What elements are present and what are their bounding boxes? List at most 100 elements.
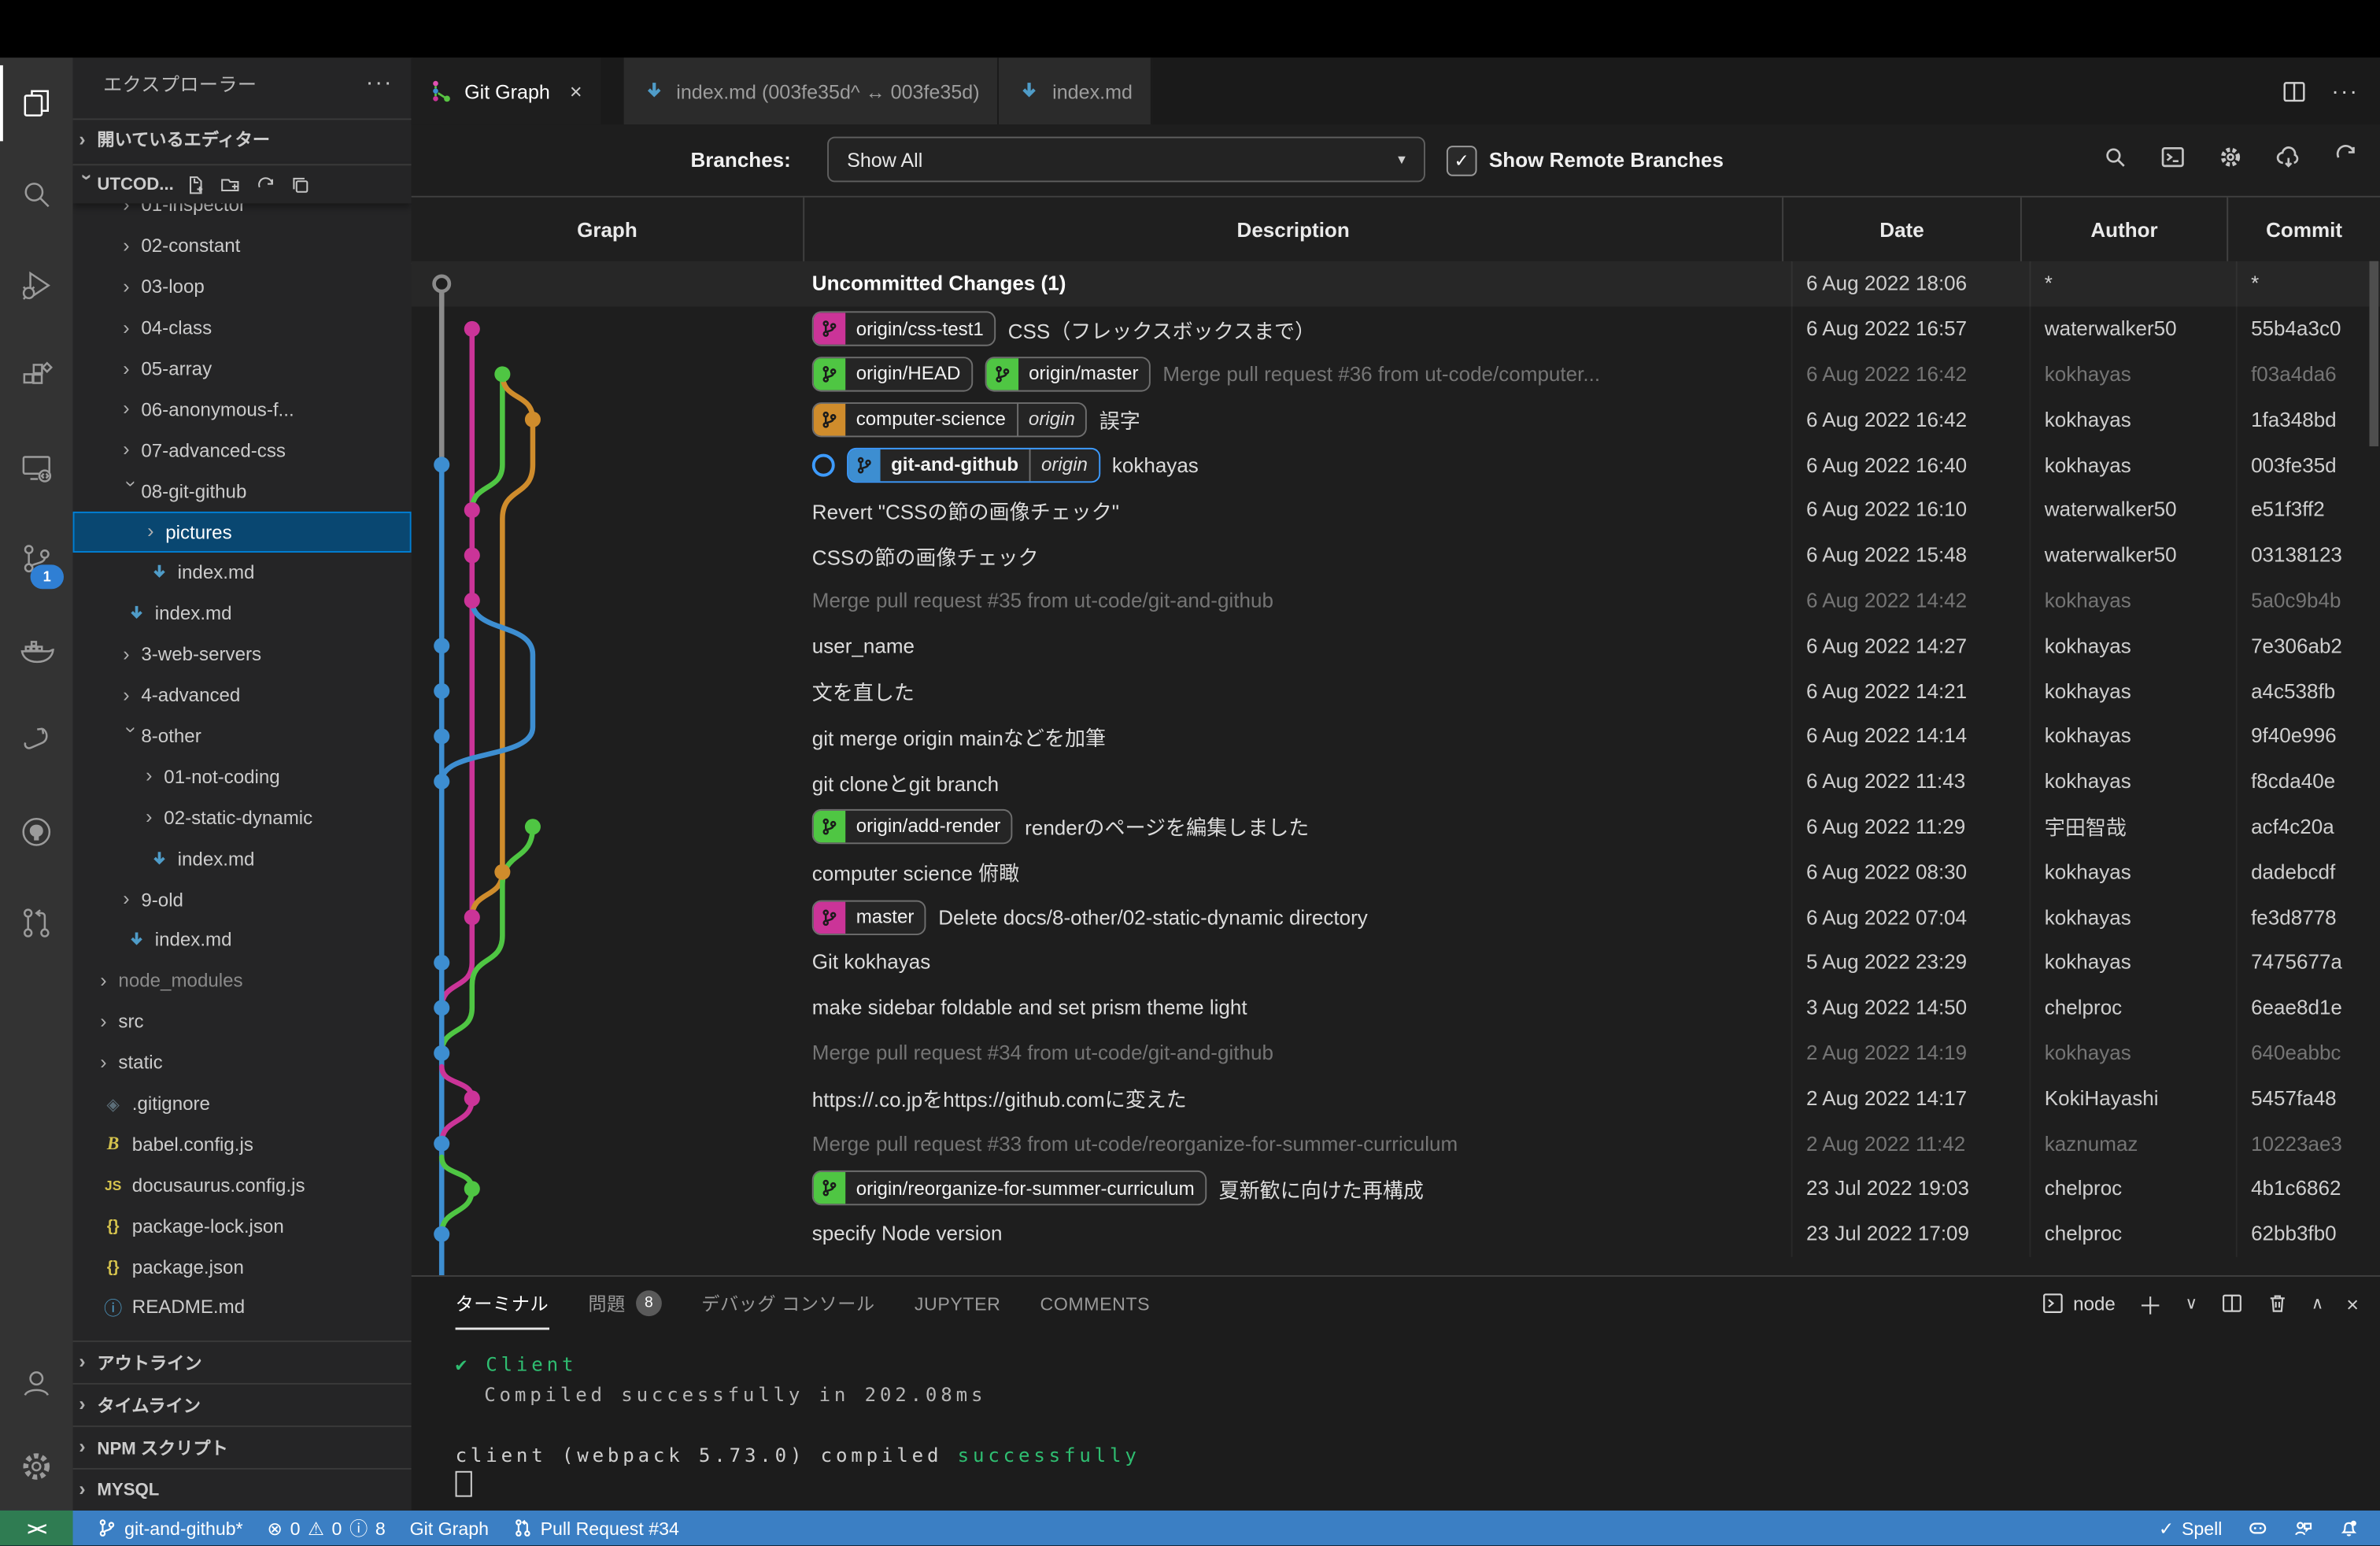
terminal-dropdown-icon[interactable]: ∨ [2186, 1293, 2198, 1313]
spell-checker-status[interactable]: ✓ Spell [2159, 1518, 2223, 1539]
commit-row[interactable]: 文を直した6 Aug 2022 14:21kokhayasa4c538fb [412, 668, 2380, 713]
tree-item-index.md[interactable]: index.md [73, 594, 412, 634]
editor-more-icon[interactable]: ··· [2331, 78, 2359, 104]
commit-row[interactable]: masterDelete docs/8-other/02-static-dyna… [412, 894, 2380, 939]
sidebar-section-アウトライン[interactable]: ›アウトライン [73, 1341, 412, 1383]
activity-item-run-debug[interactable] [0, 240, 73, 331]
activity-item-explorer[interactable] [0, 57, 73, 149]
tree-item-06-anonymous-f...[interactable]: ›06-anonymous-f... [73, 390, 412, 431]
tab-index.md (003fe35d^ ↔ 003fe35d)[interactable]: index.md (003fe35d^ ↔ 003fe35d) [623, 57, 1000, 124]
tree-item-.gitignore[interactable]: ◈.gitignore [73, 1083, 412, 1124]
sidebar-section-タイムライン[interactable]: ›タイムライン [73, 1383, 412, 1426]
activity-item-remote-explorer[interactable] [0, 422, 73, 513]
split-terminal-icon[interactable] [2220, 1292, 2243, 1315]
new-terminal-icon[interactable]: ＋ [2138, 1285, 2163, 1322]
tree-item-index.md[interactable]: index.md [73, 553, 412, 594]
feedback-icon[interactable] [2293, 1518, 2313, 1538]
branch-indicator[interactable]: git-and-github* [97, 1518, 242, 1539]
commit-row[interactable]: git merge origin mainなどを加筆6 Aug 2022 14:… [412, 713, 2380, 758]
kill-terminal-icon[interactable] [2266, 1292, 2289, 1315]
panel-tab-問題[interactable]: 問題8 [588, 1277, 662, 1330]
open-editors-section[interactable]: › 開いているエディター [73, 118, 412, 159]
branch-chip-git-and-github[interactable]: git-and-githuborigin [847, 447, 1099, 482]
terminal-output[interactable]: ✔ ClientCompiled successfully in 202.08m… [456, 1349, 2365, 1510]
branch-chip-computer-science[interactable]: computer-scienceorigin [812, 402, 1088, 437]
copilot-status-icon[interactable] [2248, 1518, 2267, 1538]
notifications-bell-icon[interactable] [2339, 1518, 2359, 1538]
commit-row[interactable]: specify Node version23 Jul 2022 17:09che… [412, 1211, 2380, 1256]
tree-item-node_modules[interactable]: ›node_modules [73, 961, 412, 1002]
tree-item-4-advanced[interactable]: ›4-advanced [73, 675, 412, 716]
tree-item-babel.config.js[interactable]: Bbabel.config.js [73, 1124, 412, 1165]
activity-item-github[interactable] [0, 786, 73, 878]
column-commit[interactable]: Commit [2228, 198, 2380, 263]
activity-item-pull-requests[interactable] [0, 878, 73, 969]
panel-tab-COMMENTS[interactable]: COMMENTS [1040, 1277, 1151, 1330]
workspace-section-header[interactable]: › UTCOD... [73, 164, 412, 203]
gitgraph-refresh-icon[interactable] [2333, 143, 2359, 176]
panel-tab-デバッグ コンソール[interactable]: デバッグ コンソール [701, 1277, 875, 1330]
branches-dropdown[interactable]: Show All ▾ [827, 137, 1425, 183]
maximize-panel-icon[interactable]: ∧ [2312, 1293, 2324, 1313]
new-file-icon[interactable] [186, 174, 207, 195]
commit-row[interactable]: origin/HEADorigin/masterMerge pull reque… [412, 352, 2380, 397]
activity-item-search[interactable] [0, 149, 73, 240]
branch-chip-origin/HEAD[interactable]: origin/HEAD [812, 357, 973, 391]
branch-chip-origin/add-render[interactable]: origin/add-render [812, 809, 1013, 844]
column-graph[interactable]: Graph [412, 198, 804, 263]
commit-row[interactable]: https://.co.jpをhttps://github.comに変えた2 A… [412, 1075, 2380, 1120]
branch-chip-master[interactable]: master [812, 900, 926, 934]
branch-chip-origin/css-test1[interactable]: origin/css-test1 [812, 312, 996, 346]
tree-item-04-class[interactable]: ›04-class [73, 308, 412, 349]
commit-row[interactable]: computer science 俯瞰6 Aug 2022 08:30kokha… [412, 849, 2380, 894]
commit-row[interactable]: origin/reorganize-for-summer-curriculum夏… [412, 1166, 2380, 1211]
column-author[interactable]: Author [2022, 198, 2228, 263]
tree-item-02-static-dynamic[interactable]: ›02-static-dynamic [73, 797, 412, 838]
commit-row[interactable]: CSSの節の画像チェック6 Aug 2022 15:48waterwalker5… [412, 533, 2380, 578]
tree-item-01-not-coding[interactable]: ›01-not-coding [73, 756, 412, 797]
gitgraph-fetch-icon[interactable] [2275, 143, 2301, 176]
tree-item-8-other[interactable]: ›8-other [73, 716, 412, 756]
column-description[interactable]: Description [804, 198, 1783, 263]
branch-chip-origin/master[interactable]: origin/master [985, 357, 1151, 391]
sidebar-section-MYSQL[interactable]: ›MYSQL [73, 1468, 412, 1511]
tree-item-02-constant[interactable]: ›02-constant [73, 226, 412, 267]
tree-item-package-lock.json[interactable]: {}package-lock.json [73, 1206, 412, 1247]
tree-item-07-advanced-css[interactable]: ›07-advanced-css [73, 430, 412, 471]
panel-tab-ターミナル[interactable]: ターミナル [456, 1277, 549, 1330]
commit-row[interactable]: git cloneとgit branch6 Aug 2022 11:43kokh… [412, 759, 2380, 804]
column-date[interactable]: Date [1783, 198, 2022, 263]
tab-index.md[interactable]: index.md [1000, 57, 1152, 124]
tree-item-package.json[interactable]: {}package.json [73, 1247, 412, 1288]
show-remote-branches-checkbox[interactable]: ✓ [1447, 146, 1477, 176]
collapse-folders-icon[interactable] [290, 174, 312, 195]
remote-indicator[interactable]: >< [0, 1511, 73, 1545]
commit-row[interactable]: Merge pull request #34 from ut-code/git-… [412, 1030, 2380, 1075]
gitgraph-settings-icon[interactable] [2218, 143, 2244, 176]
tree-item-03-loop[interactable]: ›03-loop [73, 267, 412, 308]
activity-item-tool-hook[interactable] [0, 695, 73, 786]
activity-item-source-control[interactable]: 1 [0, 513, 73, 605]
commit-row[interactable]: Merge pull request #35 from ut-code/git-… [412, 578, 2380, 623]
pull-request-status-item[interactable]: Pull Request #34 [513, 1518, 679, 1539]
tree-item-3-web-servers[interactable]: ›3-web-servers [73, 634, 412, 675]
commit-row[interactable]: Revert "CSSの節の画像チェック"6 Aug 2022 16:10wat… [412, 487, 2380, 532]
commit-row[interactable]: origin/add-renderrenderのページを編集しました6 Aug … [412, 804, 2380, 849]
commit-row[interactable]: computer-scienceorigin誤字6 Aug 2022 16:42… [412, 397, 2380, 442]
commit-row[interactable]: origin/css-test1CSS（フレックスボックスまで）6 Aug 20… [412, 306, 2380, 351]
commit-row[interactable]: git-and-githuboriginkokhayas6 Aug 2022 1… [412, 442, 2380, 487]
commit-row[interactable]: Merge pull request #33 from ut-code/reor… [412, 1121, 2380, 1166]
commit-row[interactable]: Git kokhayas5 Aug 2022 23:29kokhayas7475… [412, 940, 2380, 985]
problems-indicator[interactable]: ⊗ 0 ⚠ 0 ⓘ 8 [268, 1515, 386, 1541]
split-editor-icon[interactable] [2282, 78, 2308, 104]
terminal-shell-selector[interactable]: node [2042, 1292, 2116, 1315]
close-panel-icon[interactable]: × [2346, 1291, 2359, 1315]
branch-chip-origin/reorganize-for-summer-curriculum[interactable]: origin/reorganize-for-summer-curriculum [812, 1171, 1207, 1206]
tree-item-index.md[interactable]: index.md [73, 838, 412, 879]
sidebar-more-icon[interactable]: ··· [366, 69, 394, 95]
tree-item-README.md[interactable]: ⓘREADME.md [73, 1288, 412, 1329]
tree-item-pictures[interactable]: ›pictures [73, 512, 412, 553]
sidebar-section-NPM スクリプト[interactable]: ›NPM スクリプト [73, 1426, 412, 1468]
refresh-explorer-icon[interactable] [256, 174, 277, 195]
gitgraph-terminal-icon[interactable] [2160, 143, 2186, 176]
